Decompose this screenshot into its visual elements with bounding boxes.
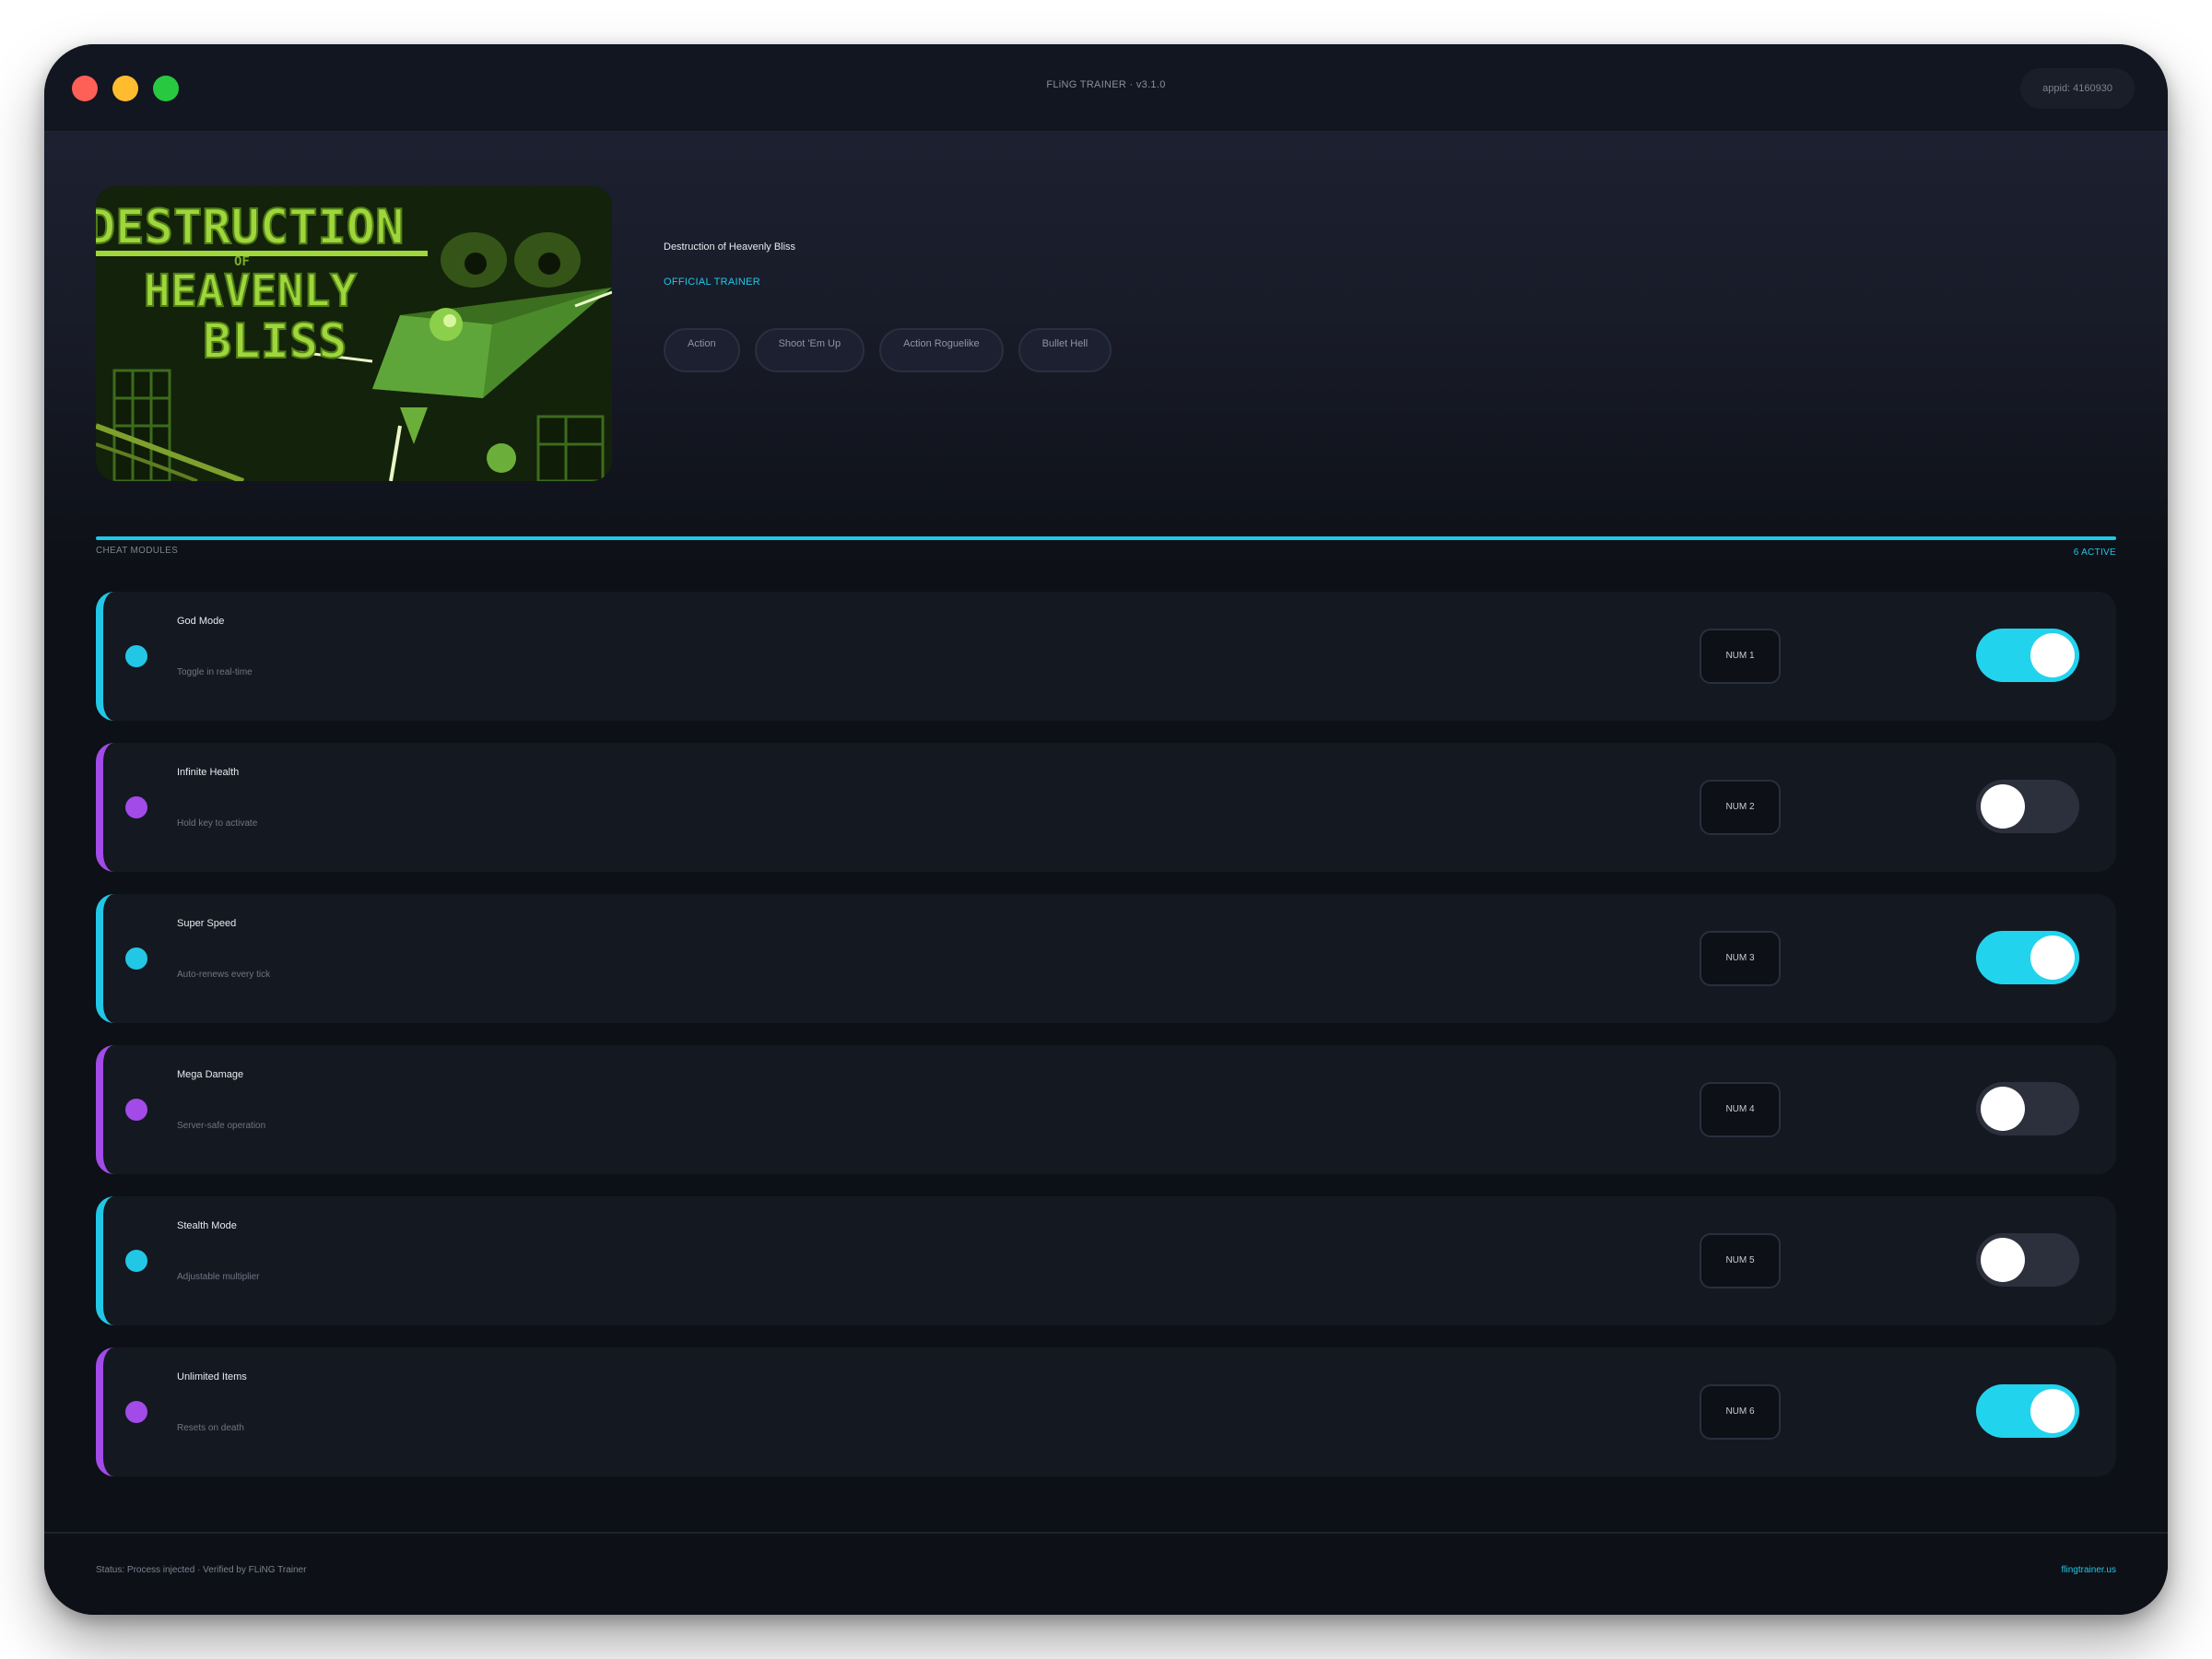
module-description: Resets on death [177, 1423, 244, 1433]
status-text: Status: Process injected · Verified by F… [96, 1565, 307, 1575]
toggle-knob [1981, 784, 2025, 829]
status-dot-icon [125, 645, 147, 667]
module-name: Mega Damage [177, 1069, 244, 1080]
appid-badge: appid: 4160930 [2020, 68, 2135, 109]
module-stealth-mode: Stealth Mode Adjustable multiplier NUM 5 [96, 1196, 2116, 1325]
module-description: Toggle in real-time [177, 667, 253, 677]
module-name: Infinite Health [177, 767, 240, 778]
tag-shoot-em-up[interactable]: Shoot 'Em Up [754, 328, 865, 372]
toggle-knob [1981, 1238, 2025, 1282]
toggle-knob [2030, 633, 2075, 677]
module-toggle[interactable] [1976, 1233, 2079, 1287]
tag-action-roguelike[interactable]: Action Roguelike [879, 328, 1004, 372]
toggle-knob [1981, 1087, 2025, 1131]
module-name: Unlimited Items [177, 1371, 247, 1382]
module-toggle[interactable] [1976, 1082, 2079, 1135]
status-dot-icon [125, 1250, 147, 1272]
section-divider [96, 536, 2116, 540]
game-cover-art: DESTRUCTION OF HEAVENLY BLISS [96, 186, 612, 481]
active-count: 6 ACTIVE [2073, 547, 2116, 558]
module-description: Adjustable multiplier [177, 1272, 260, 1282]
genre-tags: Action Shoot 'Em Up Action Roguelike Bul… [664, 328, 1112, 372]
toggle-knob [2030, 1389, 2075, 1433]
status-dot-icon [125, 947, 147, 970]
status-footer: Status: Process injected · Verified by F… [44, 1532, 2168, 1615]
cover-title-line-4: BLISS [203, 314, 347, 370]
module-toggle[interactable] [1976, 629, 2079, 682]
toggle-knob [2030, 935, 2075, 980]
window-title: FLiNG TRAINER · v3.1.0 [1046, 79, 1166, 90]
hotkey-button[interactable]: NUM 2 [1700, 780, 1781, 835]
status-dot-icon [125, 1099, 147, 1121]
cheat-modules-label: CHEAT MODULES [96, 546, 179, 556]
module-description: Hold key to activate [177, 818, 258, 829]
status-dot-icon [125, 796, 147, 818]
module-god-mode: God Mode Toggle in real-time NUM 1 [96, 592, 2116, 721]
module-name: Stealth Mode [177, 1220, 237, 1231]
hotkey-button[interactable]: NUM 5 [1700, 1233, 1781, 1288]
hotkey-button[interactable]: NUM 3 [1700, 931, 1781, 986]
hotkey-button[interactable]: NUM 1 [1700, 629, 1781, 684]
status-dot-icon [125, 1401, 147, 1423]
trainer-window: FLiNG TRAINER · v3.1.0 appid: 4160930 DE… [44, 44, 2168, 1615]
module-super-speed: Super Speed Auto-renews every tick NUM 3 [96, 894, 2116, 1023]
module-toggle[interactable] [1976, 931, 2079, 984]
module-toggle[interactable] [1976, 1384, 2079, 1438]
hotkey-button[interactable]: NUM 6 [1700, 1384, 1781, 1440]
module-name: Super Speed [177, 918, 237, 929]
cover-title-line-1: DESTRUCTION [96, 200, 404, 255]
module-description: Auto-renews every tick [177, 970, 271, 980]
website-link[interactable]: flingtrainer.us [2062, 1565, 2116, 1575]
module-infinite-health: Infinite Health Hold key to activate NUM… [96, 743, 2116, 872]
tag-bullet-hell[interactable]: Bullet Hell [1018, 328, 1112, 372]
module-name: God Mode [177, 616, 225, 627]
module-unlimited-items: Unlimited Items Resets on death NUM 6 [96, 1347, 2116, 1477]
module-toggle[interactable] [1976, 780, 2079, 833]
cheat-module-list: God Mode Toggle in real-time NUM 1 Infin… [96, 592, 2116, 1499]
module-mega-damage: Mega Damage Server-safe operation NUM 4 [96, 1045, 2116, 1174]
game-title: Destruction of Heavenly Bliss [664, 241, 796, 253]
hotkey-button[interactable]: NUM 4 [1700, 1082, 1781, 1137]
game-header: DESTRUCTION OF HEAVENLY BLISS Destructio… [44, 133, 2168, 575]
title-bar: FLiNG TRAINER · v3.1.0 appid: 4160930 [44, 44, 2168, 133]
cover-title-line-3: HEAVENLY [144, 265, 357, 317]
official-trainer-badge: OFFICIAL TRAINER [664, 276, 761, 288]
tag-action[interactable]: Action [664, 328, 740, 372]
module-description: Server-safe operation [177, 1121, 266, 1131]
